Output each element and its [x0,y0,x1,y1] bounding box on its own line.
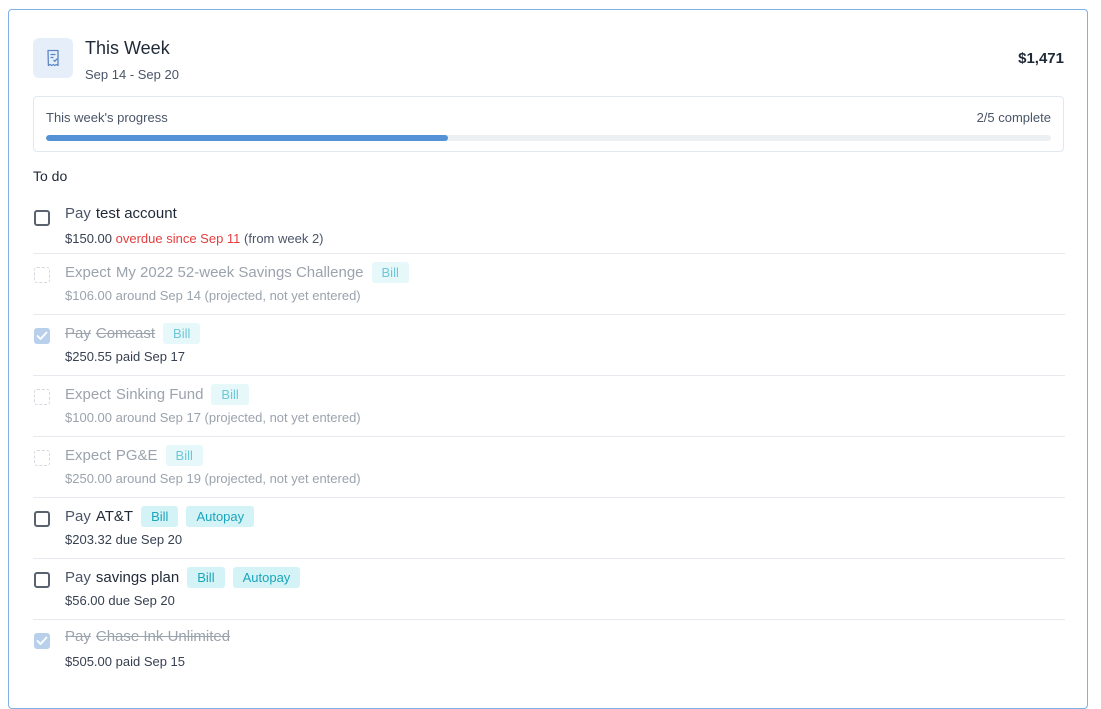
bill-tag: Bill [187,567,225,588]
bill-tag: Bill [141,506,179,527]
item-verb: Expect [65,447,111,464]
checkbox[interactable] [34,511,50,527]
item-amount: $100.00 [65,410,112,425]
autopay-tag: Autopay [186,506,255,527]
item-status: paid Sep 17 [115,349,186,364]
page-title: This Week [85,38,170,58]
item-name: savings plan [95,569,180,586]
item-name: AT&T [95,508,134,525]
projected-checkbox [34,389,50,405]
bill-tag: Bill [163,323,201,344]
item-name: Sinking Fund [115,386,204,403]
item-status: paid Sep 15 [115,654,186,669]
item-verb: Expect [65,386,111,403]
projected-checkbox [34,267,50,283]
projected-checkbox [34,450,50,466]
checkmark-icon [36,636,48,645]
item-title: Expect PG&E Bill [65,445,203,466]
item-title: Pay savings plan Bill Autopay [65,567,301,588]
item-details: $203.32 due Sep 20 [65,532,182,547]
item-amount: $505.00 [65,654,112,669]
item-amount: $250.00 [65,471,112,486]
checkbox[interactable] [34,210,50,226]
item-verb: Pay [65,569,91,586]
item-amount: $150.00 [65,231,112,246]
item-details: $250.55 paid Sep 17 [65,349,185,364]
item-note: (projected, not yet entered) [204,288,361,303]
item-amount: $250.55 [65,349,112,364]
item-verb: Pay [65,628,91,645]
item-status: due Sep 20 [115,532,183,547]
list-item[interactable]: Expect PG&E Bill $250.00 around Sep 19 (pro… [33,437,1065,498]
item-title: Pay Comcast Bill [65,323,201,344]
checkmark-icon [36,331,48,340]
item-title: Pay AT&T Bill Autopay [65,506,255,527]
item-name: PG&E [115,447,158,464]
item-amount: $203.32 [65,532,112,547]
receipt-icon [33,38,73,78]
item-amount: $56.00 [65,593,105,608]
item-verb: Pay [65,508,91,525]
progress-panel: This week's progress 2/5 complete [33,96,1064,152]
item-details: $100.00 around Sep 17 (projected, not ye… [65,410,361,425]
item-title: Expect Sinking Fund Bill [65,384,249,405]
item-name: My 2022 52-week Savings Challenge [115,264,364,281]
item-note: (projected, not yet entered) [204,471,361,486]
list-item[interactable]: Pay Comcast Bill $250.55 paid Sep 17 [33,315,1065,376]
bill-tag: Bill [165,445,203,466]
list-item[interactable]: Expect Sinking Fund Bill $100.00 around Sep… [33,376,1065,437]
progress-bar-fill [46,135,448,141]
item-amount: $106.00 [65,288,112,303]
item-verb: Expect [65,264,111,281]
item-verb: Pay [65,325,91,342]
item-details: $250.00 around Sep 19 (projected, not ye… [65,471,361,486]
item-name: Chase Ink Unlimited [95,628,231,645]
item-verb: Pay [65,205,91,222]
bill-tag: Bill [371,262,409,283]
list-item[interactable]: Pay Chase Ink Unlimited $505.00 paid Sep 1… [33,620,1065,681]
item-details: $106.00 around Sep 14 (projected, not ye… [65,288,361,303]
progress-count: 2/5 complete [976,110,1051,125]
item-name: test account [95,205,177,222]
checkbox[interactable] [34,572,50,588]
item-status: due Sep 20 [108,593,175,608]
list-item[interactable]: Pay test account $150.00 overdue since Sep… [33,197,1065,254]
checked-checkbox[interactable] [34,633,50,649]
item-status: around Sep 14 [115,288,201,303]
date-range: Sep 14 - Sep 20 [85,67,179,82]
list-item[interactable]: Pay AT&T Bill Autopay $203.32 due Sep 20 [33,498,1065,559]
this-week-card: This Week Sep 14 - Sep 20 $1,471 This we… [8,9,1088,709]
item-status: overdue since Sep 11 [115,231,241,246]
bill-tag: Bill [211,384,249,405]
item-details: $150.00 overdue since Sep 11 (from week … [65,231,324,246]
week-total: $1,471 [1018,50,1064,67]
progress-bar [46,135,1051,141]
item-details: $56.00 due Sep 20 [65,593,175,608]
item-name: Comcast [95,325,156,342]
item-title: Expect My 2022 52-week Savings Challenge B… [65,262,409,283]
item-details: $505.00 paid Sep 15 [65,654,185,669]
list-item[interactable]: Expect My 2022 52-week Savings Challenge B… [33,254,1065,315]
item-title: Pay test account [65,205,177,222]
list-item[interactable]: Pay savings plan Bill Autopay $56.00 due Sep… [33,559,1065,620]
autopay-tag: Autopay [232,567,301,588]
item-status: around Sep 19 [115,471,201,486]
todo-list: Pay test account $150.00 overdue since Sep… [33,197,1065,681]
item-status: around Sep 17 [115,410,201,425]
item-title: Pay Chase Ink Unlimited [65,628,230,645]
progress-label: This week's progress [46,110,168,125]
checked-checkbox[interactable] [34,328,50,344]
todo-heading: To do [33,168,68,184]
item-note: (projected, not yet entered) [204,410,361,425]
item-note: (from week 2) [244,231,324,246]
